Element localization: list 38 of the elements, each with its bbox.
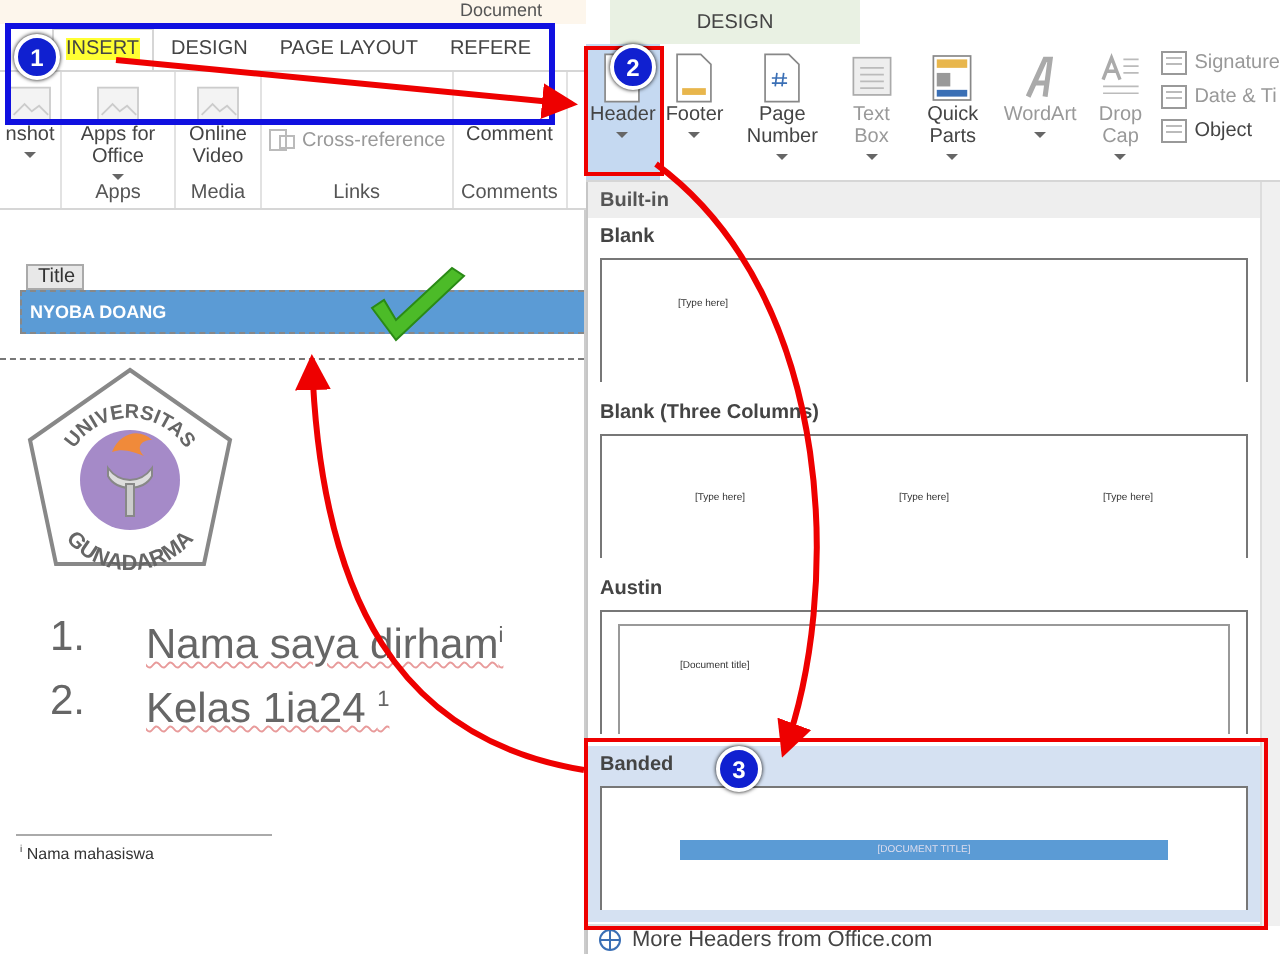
group-label: Comments — [459, 180, 560, 208]
group-label: Apps — [93, 180, 143, 208]
ribbon-tab[interactable]: PAGE LAYOUT — [265, 28, 432, 70]
document-icon — [1160, 50, 1189, 76]
quick-parts-icon — [930, 52, 975, 104]
footnote-text: $^{i}$ Nama mahasiswa — [20, 844, 156, 864]
contextual-tab-label: DESIGN — [610, 0, 860, 44]
ribbon-button[interactable]: Footer — [661, 44, 728, 180]
ribbon-button[interactable]: Quick Parts — [907, 44, 998, 180]
group-label: Links — [331, 180, 383, 208]
title-tag: Title — [26, 264, 84, 290]
ribbon-tab[interactable]: REFERE — [435, 28, 545, 70]
document-icon — [1160, 118, 1189, 144]
picture-icon — [6, 84, 54, 124]
ribbon-button[interactable]: Page Number — [729, 44, 836, 180]
document-icon — [1160, 84, 1189, 110]
list-text: Kelas 1ia24 $^{1}$ — [146, 684, 390, 734]
ribbon-button[interactable]: Online Video — [182, 84, 254, 180]
list-number: 1. — [50, 612, 88, 664]
group-label: Media — [188, 180, 248, 208]
list-number: 2. — [50, 676, 88, 728]
checkmark-icon — [370, 266, 466, 342]
highlight-frame — [584, 46, 664, 176]
header-text: NYOBA DOANG — [30, 302, 167, 322]
ribbon-button[interactable]: nshot — [6, 84, 54, 208]
gallery-heading: Built-in — [588, 182, 1260, 218]
picture-icon — [194, 84, 242, 124]
globe-icon — [598, 928, 622, 952]
ribbon-button[interactable]: Object — [1160, 118, 1280, 144]
ribbon-button[interactable]: Apps for Office — [68, 84, 168, 180]
document-title: Document — [459, 0, 542, 24]
more-headers-item[interactable]: More Headers from Office.com — [588, 924, 1280, 954]
ribbon-tab[interactable]: DESIGN — [157, 28, 262, 70]
page-number-icon — [760, 52, 805, 104]
page-footer-icon — [672, 52, 717, 104]
picture-icon — [94, 84, 142, 124]
cross-reference-icon — [268, 128, 296, 152]
ribbon-button[interactable]: Comment — [459, 84, 560, 180]
